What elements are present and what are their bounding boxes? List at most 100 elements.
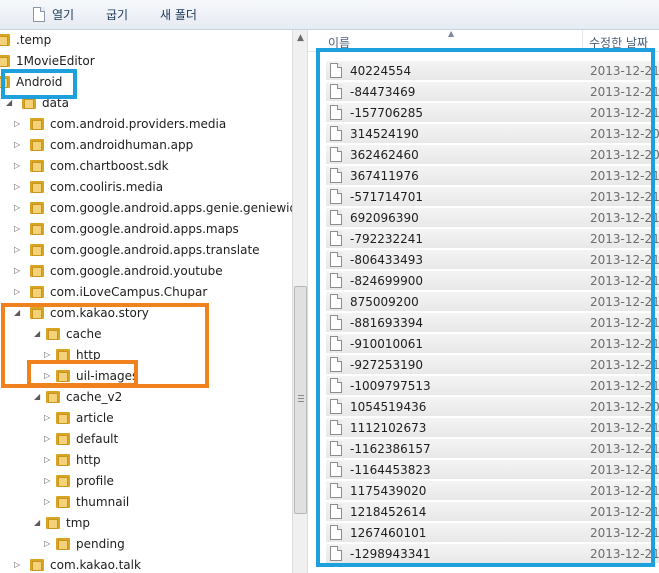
list-item[interactable]: 1112102673 2013-12-21 [326,418,659,438]
file-date: 2013-12-21 [590,316,659,330]
list-item[interactable]: 362462460 2013-12-20 [326,145,659,165]
tree-item[interactable]: ▷ profile [0,471,292,491]
tree-item[interactable]: ▷ com.google.android.youtube [0,261,292,281]
list-item[interactable]: 1267460101 2013-12-21 [326,523,659,543]
tree-item-label: default [76,432,119,446]
tree-item-label: com.google.android.apps.maps [50,222,239,236]
collapsed-arrow-icon[interactable]: ▷ [44,345,54,365]
list-item[interactable]: -84473469 2013-12-21 [326,82,659,102]
grip-icon [298,395,304,403]
tree-item[interactable]: .temp [0,30,292,50]
list-item[interactable]: -157706285 2013-12-21 [326,103,659,123]
expanded-arrow-icon[interactable]: ◢ [14,303,24,323]
file-date: 2013-12-21 [590,295,659,309]
expanded-arrow-icon[interactable]: ◢ [34,324,44,344]
collapsed-arrow-icon[interactable]: ▷ [14,555,24,573]
tree-item[interactable]: ◢ com.kakao.story [0,303,292,323]
list-item[interactable]: 314524190 2013-12-20 [326,124,659,144]
tree-item[interactable]: ▷ com.google.android.apps.translate [0,240,292,260]
tree-item[interactable]: ▷ com.google.android.apps.genie.geniewidg… [0,198,292,218]
tree-item[interactable]: ◢ cache [0,324,292,344]
list-item[interactable]: -1298943341 2013-12-21 [326,544,659,564]
collapsed-arrow-icon[interactable]: ▷ [44,429,54,449]
file-name: -157706285 [350,106,424,120]
tree-item[interactable]: ◢ data [0,93,292,113]
tree-item-label: com.androidhuman.app [50,138,194,152]
scrollbar-thumb[interactable] [294,286,307,514]
list-item[interactable]: 1054519436 2013-12-20 [326,397,659,417]
list-item[interactable]: 367411976 2013-12-21 [326,166,659,186]
column-divider[interactable] [582,30,583,52]
expanded-arrow-icon[interactable]: ◢ [34,387,44,407]
list-item[interactable]: 875009200 2013-12-21 [326,292,659,312]
column-header-date[interactable]: 수정한 날짜 [589,34,648,51]
collapsed-arrow-icon[interactable]: ▷ [44,471,54,491]
expanded-arrow-icon[interactable]: ◢ [6,93,16,113]
list-item[interactable]: -824699900 2013-12-21 [326,271,659,291]
collapsed-arrow-icon[interactable]: ▷ [14,219,24,239]
list-item[interactable]: -910010061 2013-12-21 [326,334,659,354]
collapsed-arrow-icon[interactable]: ▷ [14,261,24,281]
tree-item[interactable]: ▷ pending [0,534,292,554]
list-item[interactable]: -1164453823 2013-12-21 [326,460,659,480]
tree-item[interactable]: ▷ com.android.providers.media [0,114,292,134]
collapsed-arrow-icon[interactable]: ▷ [44,492,54,512]
collapsed-arrow-icon[interactable]: ▷ [14,135,24,155]
column-header-name[interactable]: 이름 [328,34,350,51]
tree-item[interactable]: ▷ com.androidhuman.app [0,135,292,155]
collapsed-arrow-icon[interactable]: ▷ [44,366,54,386]
collapsed-arrow-icon[interactable]: ▷ [14,198,24,218]
tree-item[interactable]: ▷ com.chartboost.sdk [0,156,292,176]
tree-item[interactable]: ▷ article [0,408,292,428]
tree-item[interactable]: 1MovieEditor [0,51,292,71]
tree-item[interactable]: ▷ thumnail [0,492,292,512]
expanded-arrow-icon[interactable]: ◢ [34,513,44,533]
tree-item[interactable]: ▷ com.google.android.apps.maps [0,219,292,239]
tree-item[interactable]: ◢ cache_v2 [0,387,292,407]
tree-item-label: cache [66,327,102,341]
folder-icon [30,306,44,320]
tree-item[interactable]: ▷ com.cooliris.media [0,177,292,197]
tree-item[interactable]: ▷ http [0,345,292,365]
tree-item[interactable]: ▷ com.kakao.talk [0,555,292,573]
list-item[interactable]: 692096390 2013-12-21 [326,208,659,228]
new-folder-button[interactable]: 새 폴더 [160,7,197,23]
collapsed-arrow-icon[interactable]: ▷ [14,114,24,134]
open-button[interactable]: 열기 [52,7,74,23]
list-item[interactable]: 1218452614 2013-12-21 [326,502,659,522]
collapsed-arrow-icon[interactable]: ▷ [14,240,24,260]
tree-item[interactable]: ▷ com.iLoveCampus.Chupar [0,282,292,302]
burn-button[interactable]: 굽기 [106,7,128,23]
tree-item[interactable]: Android [0,72,292,92]
list-item[interactable]: -1162386157 2013-12-21 [326,439,659,459]
folder-icon [30,222,44,236]
scroll-up-arrow-icon[interactable]: ▲ [293,30,308,46]
list-header: 이름 ▲ 수정한 날짜 [308,30,659,52]
list-item[interactable]: -571714701 2013-12-21 [326,187,659,207]
folder-icon [0,54,10,68]
file-name: 1112102673 [350,421,427,435]
collapsed-arrow-icon[interactable]: ▷ [14,156,24,176]
list-item[interactable]: -806433493 2013-12-21 [326,250,659,270]
list-item[interactable]: -792232241 2013-12-21 [326,229,659,249]
folder-icon [56,453,70,467]
collapsed-arrow-icon[interactable]: ▷ [14,282,24,302]
list-item[interactable]: -927253190 2013-12-21 [326,355,659,375]
collapsed-arrow-icon[interactable]: ▷ [44,534,54,554]
list-item[interactable]: 40224554 2013-12-21 [326,61,659,81]
tree-item[interactable]: ◢ tmp [0,513,292,533]
collapsed-arrow-icon[interactable]: ▷ [14,177,24,197]
folder-icon [30,159,44,173]
tree-item-label: article [76,411,114,425]
list-item[interactable]: -881693394 2013-12-21 [326,313,659,333]
tree-item[interactable]: ▷ uil-images [0,366,292,386]
tree-item[interactable]: ▷ default [0,429,292,449]
tree-scrollbar[interactable]: ▲ [292,30,308,573]
tree-item-label: com.kakao.talk [50,558,141,572]
list-item[interactable]: -1009797513 2013-12-21 [326,376,659,396]
list-item[interactable]: 1175439020 2013-12-21 [326,481,659,501]
collapsed-arrow-icon[interactable]: ▷ [44,408,54,428]
collapsed-arrow-icon[interactable]: ▷ [44,450,54,470]
tree-item[interactable]: ▷ http [0,450,292,470]
file-name: -910010061 [350,337,424,351]
